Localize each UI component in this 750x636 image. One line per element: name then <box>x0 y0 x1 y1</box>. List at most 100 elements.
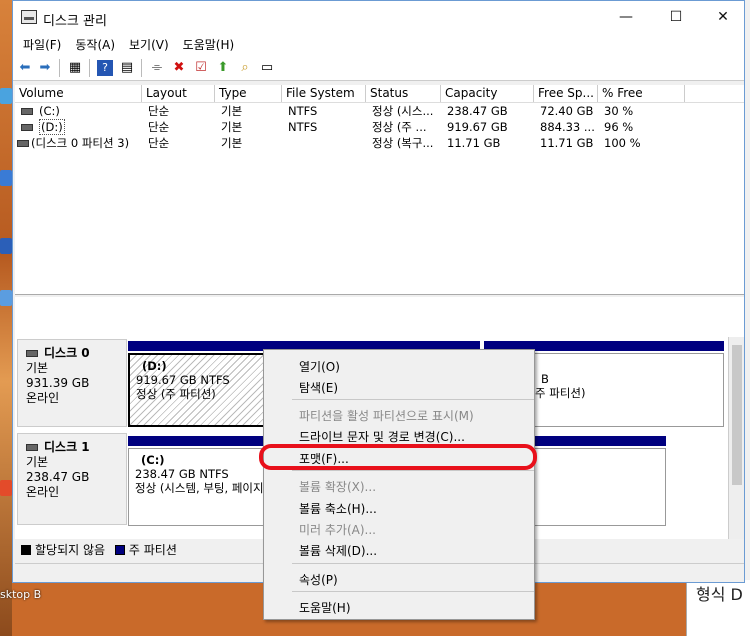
volume-pct-free: 100 % <box>604 136 641 150</box>
window-title: 디스크 관리 <box>43 14 107 29</box>
search-icon[interactable]: ⌕ <box>237 60 253 76</box>
disk-0-info[interactable]: 디스크 0 기본 931.39 GB 온라인 <box>17 339 127 427</box>
disk-kind: 기본 <box>26 361 49 375</box>
menu-view[interactable]: 보기(V) <box>123 33 177 55</box>
disk-size: 931.39 GB <box>26 376 90 390</box>
toolbar-separator <box>89 59 90 77</box>
disk-management-app-icon <box>21 10 37 24</box>
scrollbar-thumb[interactable] <box>732 345 742 485</box>
primary-partition-swatch <box>114 545 125 555</box>
disk-1-info[interactable]: 디스크 1 기본 238.47 GB 온라인 <box>17 433 127 525</box>
graphical-view-scrollbar[interactable] <box>728 337 744 557</box>
disk-size: 238.47 GB <box>26 470 90 484</box>
toolbar-separator <box>59 59 60 77</box>
console-tree-icon[interactable]: ▦ <box>67 60 83 76</box>
desktop-shortcut-icon[interactable] <box>0 88 12 104</box>
menu-item-open[interactable]: 열기(O) <box>299 358 340 375</box>
format-highlight-annotation <box>259 444 537 470</box>
desktop-shortcut-label: sktop B <box>0 588 42 601</box>
menu-action[interactable]: 동작(A) <box>69 33 123 55</box>
volume-disk-icon <box>17 140 29 147</box>
menu-item-explore[interactable]: 탐색(E) <box>299 379 338 396</box>
disk-icon <box>26 444 38 451</box>
desktop-shortcut-icon[interactable] <box>0 170 12 186</box>
close-button[interactable]: ✕ <box>700 1 746 33</box>
disk-icon <box>26 350 38 357</box>
volume-fs <box>282 135 366 151</box>
list-view-icon[interactable]: ▭ <box>259 60 275 76</box>
column-header-capacity[interactable]: Capacity <box>441 85 534 102</box>
column-header-layout[interactable]: Layout <box>142 85 215 102</box>
volume-list-header: Volume Layout Type File System Status Ca… <box>15 85 744 103</box>
minimize-button[interactable]: — <box>603 1 649 33</box>
volume-pct-free: 96 % <box>604 120 634 134</box>
desktop-shortcut-icon[interactable] <box>0 290 12 306</box>
legend-primary: 주 파티션 <box>128 543 177 557</box>
properties-icon[interactable]: ▤ <box>119 60 135 76</box>
help-icon[interactable]: ? <box>97 60 113 76</box>
menu-item-add-mirror: 미러 추가(A)... <box>299 523 376 537</box>
menu-item-delete-volume[interactable]: 볼륨 삭제(D)... <box>299 542 377 559</box>
volume-disk-icon <box>21 108 33 115</box>
volume-name: (C:) <box>39 104 60 118</box>
volume-list: Volume Layout Type File System Status Ca… <box>15 85 744 295</box>
disk-name: 디스크 1 <box>44 440 90 454</box>
back-arrow-icon[interactable]: ⬅ <box>17 60 33 76</box>
menu-help[interactable]: 도움말(H) <box>177 33 243 55</box>
table-row[interactable]: (디스크 0 파티션 3) 단순 기본 정상 (복구... 11.71 GB 1… <box>15 135 744 151</box>
menu-item-help[interactable]: 도움말(H) <box>299 599 351 616</box>
legend-unallocated: 할당되지 않음 <box>35 543 106 557</box>
volume-name: (D:) <box>39 119 65 135</box>
disk-state: 온라인 <box>26 391 60 405</box>
menu-separator <box>292 563 534 564</box>
table-row[interactable]: (D:) 단순 기본 NTFS 정상 (주 ... 919.67 GB 884.… <box>15 119 744 135</box>
connect-drive-icon[interactable]: ⌯ <box>149 60 165 76</box>
volume-layout: 단순 <box>148 136 170 150</box>
volume-type: 기본 <box>221 136 243 150</box>
check-icon[interactable]: ☑ <box>193 60 209 76</box>
column-header-status[interactable]: Status <box>366 85 441 102</box>
column-header-volume[interactable]: Volume <box>15 85 142 102</box>
table-row[interactable]: (C:) 단순 기본 NTFS 정상 (시스... 238.47 GB 72.4… <box>15 103 744 119</box>
disk-kind: 기본 <box>26 455 49 469</box>
volume-layout: 단순 <box>148 104 170 118</box>
column-header-file-system[interactable]: File System <box>282 85 366 102</box>
volume-fs: NTFS <box>288 120 318 134</box>
menu-item-change-drive-letter[interactable]: 드라이브 문자 및 경로 변경(C)... <box>299 428 465 445</box>
menu-bar: 파일(F) 동작(A) 보기(V) 도움말(H) <box>13 33 744 55</box>
column-header-free-space[interactable]: Free Sp... <box>534 85 598 102</box>
volume-status: 정상 (복구... <box>372 136 434 150</box>
volume-free: 884.33 ... <box>540 120 595 134</box>
volume-capacity: 238.47 GB <box>447 104 508 118</box>
menu-item-extend-volume: 볼륨 확장(X)... <box>299 480 377 494</box>
disk-state: 온라인 <box>26 485 60 499</box>
menu-separator <box>292 591 534 592</box>
volume-capacity: 919.67 GB <box>447 120 508 134</box>
background-window-text: 형식 D <box>696 585 743 604</box>
menu-item-mark-active: 파티션을 활성 파티션으로 표시(M) <box>299 409 474 423</box>
volume-pct-free: 30 % <box>604 104 634 118</box>
desktop-shortcut-icon[interactable] <box>0 480 12 496</box>
maximize-button[interactable]: ☐ <box>653 1 699 33</box>
column-header-type[interactable]: Type <box>215 85 282 102</box>
toolbar: ⬅ ➡ ▦ ? ▤ ⌯ ✖ ☑ ⬆ ⌕ ▭ <box>13 55 744 81</box>
menu-item-properties[interactable]: 속성(P) <box>299 571 338 588</box>
delete-icon[interactable]: ✖ <box>171 60 187 76</box>
volume-disk-icon <box>21 124 33 131</box>
volume-layout: 단순 <box>148 120 170 134</box>
up-arrow-icon[interactable]: ⬆ <box>215 60 231 76</box>
menu-file[interactable]: 파일(F) <box>17 33 69 55</box>
forward-arrow-icon[interactable]: ➡ <box>37 60 53 76</box>
volume-capacity: 11.71 GB <box>447 136 501 150</box>
volume-fs: NTFS <box>288 104 318 118</box>
desktop-shortcut-icon[interactable] <box>0 238 12 254</box>
volume-status: 정상 (주 ... <box>372 120 427 134</box>
context-menu: 열기(O) 탐색(E) 파티션을 활성 파티션으로 표시(M) 드라이브 문자 … <box>263 349 535 620</box>
title-bar[interactable]: 디스크 관리 — ☐ ✕ <box>13 1 744 33</box>
volume-name: (디스크 0 파티션 3) <box>31 136 130 150</box>
unallocated-swatch <box>21 545 31 555</box>
menu-separator <box>292 399 534 400</box>
column-header-percent-free[interactable]: % Free <box>598 85 685 102</box>
menu-item-shrink-volume[interactable]: 볼륨 축소(H)... <box>299 500 377 517</box>
toolbar-separator <box>141 59 142 77</box>
